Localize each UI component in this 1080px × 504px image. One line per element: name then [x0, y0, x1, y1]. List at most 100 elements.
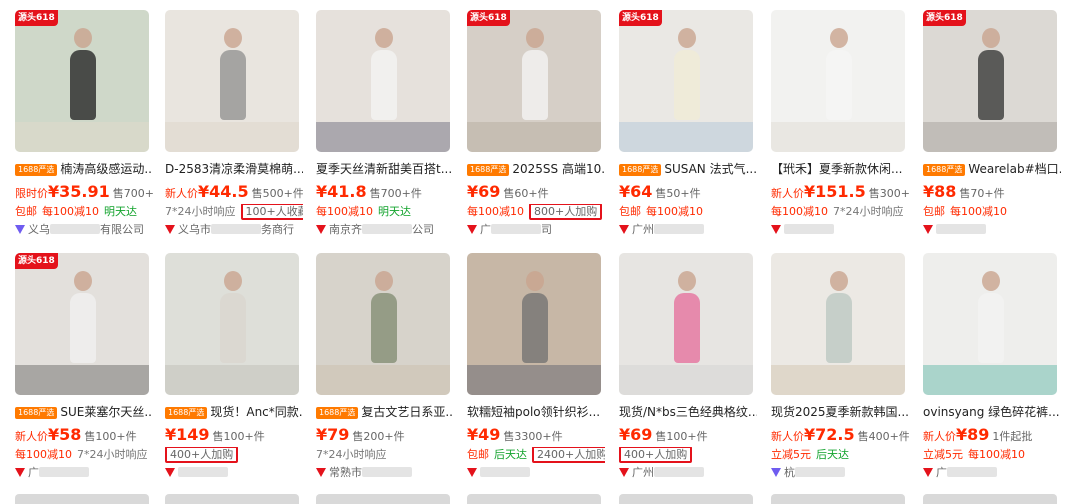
product-image[interactable]: [771, 253, 905, 395]
seller-row[interactable]: [771, 222, 909, 238]
redacted-text: [795, 467, 845, 477]
product-image[interactable]: 源头618: [619, 10, 753, 152]
product-title-row[interactable]: 【玳禾】夏季新款休闲...: [771, 160, 909, 178]
next-row-image[interactable]: [771, 494, 905, 504]
seller-row[interactable]: 义乌市 务商行: [165, 222, 303, 238]
product-title[interactable]: ovinsyang 绿色碎花裤...: [923, 405, 1060, 419]
redacted-text: [654, 467, 704, 477]
next-row-image[interactable]: [467, 494, 601, 504]
seller-row[interactable]: [467, 465, 605, 481]
product-image[interactable]: [771, 10, 905, 152]
promo-tag: 立减5元: [923, 448, 963, 461]
seller-row[interactable]: 杭: [771, 465, 909, 481]
seller-name: 义乌市: [178, 223, 211, 236]
promo-tag: 7*24小时响应: [833, 205, 904, 218]
product-image[interactable]: 源头618: [15, 253, 149, 395]
shop-icon: [467, 468, 477, 477]
model-head: [678, 28, 696, 48]
product-image[interactable]: 源头618: [467, 10, 601, 152]
product-title-row[interactable]: 现货/N*bs三色经典格纹...: [619, 403, 757, 421]
product-title-row[interactable]: 1688严选 SUE莱塞尔天丝...: [15, 403, 153, 421]
product-title[interactable]: SUSAN 法式气...: [664, 162, 757, 176]
shop-icon: [619, 225, 629, 234]
product-title[interactable]: Wearelab#档口...: [968, 162, 1061, 176]
product-image[interactable]: [165, 253, 299, 395]
price-value: ¥58: [48, 425, 82, 444]
product-title-row[interactable]: 1688严选 2025SS 高端10...: [467, 160, 605, 178]
product-title-row[interactable]: 软糯短袖polo领针织衫...: [467, 403, 605, 421]
product-image[interactable]: [619, 253, 753, 395]
highlight-box: 400+人加购: [619, 447, 693, 463]
seller-row[interactable]: 常熟市: [316, 465, 454, 481]
sold-count: 售300+件: [868, 187, 909, 200]
seller-row[interactable]: 广: [923, 465, 1061, 481]
image-floor: [771, 122, 905, 152]
shop-icon: [771, 225, 781, 234]
next-row-image[interactable]: [923, 494, 1057, 504]
promo-tag: 7*24小时响应: [165, 205, 236, 218]
model-head: [74, 271, 92, 291]
seller-row[interactable]: 广州: [619, 465, 757, 481]
product-title[interactable]: D-2583清凉柔滑莫棉萌...: [165, 162, 303, 176]
highlight-box: 800+人加购: [529, 204, 603, 220]
product-title-row[interactable]: D-2583清凉柔滑莫棉萌...: [165, 160, 303, 178]
redacted-text: [784, 224, 834, 234]
product-title-row[interactable]: 1688严选 复古文艺日系亚...: [316, 403, 454, 421]
shop-icon: [771, 468, 781, 477]
garment-shape: [220, 293, 246, 363]
product-title-row[interactable]: ovinsyang 绿色碎花裤...: [923, 403, 1061, 421]
product-title[interactable]: 2025SS 高端10...: [512, 162, 605, 176]
redacted-text: [362, 224, 412, 234]
product-title[interactable]: 现货！Anc*同款...: [210, 405, 303, 419]
seller-row[interactable]: [923, 222, 1061, 238]
product-title[interactable]: 夏季天丝清新甜美百搭t...: [316, 162, 452, 176]
seller-row[interactable]: 义乌 有限公司: [15, 222, 153, 238]
shop-icon: [316, 468, 326, 477]
seller-row[interactable]: 广州: [619, 222, 757, 238]
product-title[interactable]: SUE莱塞尔天丝...: [60, 405, 153, 419]
price-label: 新人价: [771, 430, 804, 443]
seller-row[interactable]: [165, 465, 303, 481]
product-title-row[interactable]: 1688严选 楠涛高级感运动...: [15, 160, 153, 178]
product-title-row[interactable]: 1688严选 Wearelab#档口...: [923, 160, 1061, 178]
product-image[interactable]: 源头618: [923, 10, 1057, 152]
product-title-row[interactable]: 夏季天丝清新甜美百搭t...: [316, 160, 454, 178]
seller-row[interactable]: 广司: [467, 222, 605, 238]
product-title[interactable]: 复古文艺日系亚...: [361, 405, 454, 419]
product-image[interactable]: [467, 253, 601, 395]
seller-name: 义乌: [28, 223, 50, 236]
price-value: ¥89: [956, 425, 990, 444]
redacted-text: [936, 224, 986, 234]
promo-row: 400+人加购: [619, 447, 757, 463]
product-title-row[interactable]: 1688严选 SUSAN 法式气...: [619, 160, 757, 178]
next-row-image[interactable]: [619, 494, 753, 504]
product-title[interactable]: 现货2025夏季新款韩国...: [771, 405, 909, 419]
seller-name: 广: [936, 466, 947, 479]
model-head: [375, 271, 393, 291]
seller-row[interactable]: 广: [15, 465, 153, 481]
image-floor: [316, 365, 450, 395]
product-title-row[interactable]: 现货2025夏季新款韩国...: [771, 403, 909, 421]
product-title[interactable]: 楠涛高级感运动...: [60, 162, 153, 176]
next-row-image[interactable]: [15, 494, 149, 504]
price-value: ¥149: [165, 425, 210, 444]
promo-tag: 每100减10: [42, 205, 99, 218]
seller-row[interactable]: 南京齐 公司: [316, 222, 454, 238]
price-row: ¥41.8 售700+件: [316, 182, 454, 202]
product-image[interactable]: [316, 253, 450, 395]
highlight-box: 100+人收藏: [240, 204, 303, 220]
next-row-image[interactable]: [165, 494, 299, 504]
product-title[interactable]: 软糯短袖polo领针织衫...: [467, 405, 600, 419]
price-row: ¥88 售70+件: [923, 182, 1061, 202]
sold-count: 售60+件: [503, 187, 549, 200]
product-image[interactable]: [316, 10, 450, 152]
product-title[interactable]: 【玳禾】夏季新款休闲...: [771, 162, 902, 176]
product-title[interactable]: 现货/N*bs三色经典格纹...: [619, 405, 757, 419]
product-image[interactable]: [165, 10, 299, 152]
next-row-image[interactable]: [316, 494, 450, 504]
product-image[interactable]: 源头618: [15, 10, 149, 152]
price-row: ¥69 售100+件: [619, 425, 757, 445]
model-head: [982, 28, 1000, 48]
product-title-row[interactable]: 1688严选 现货！Anc*同款...: [165, 403, 303, 421]
product-image[interactable]: [923, 253, 1057, 395]
